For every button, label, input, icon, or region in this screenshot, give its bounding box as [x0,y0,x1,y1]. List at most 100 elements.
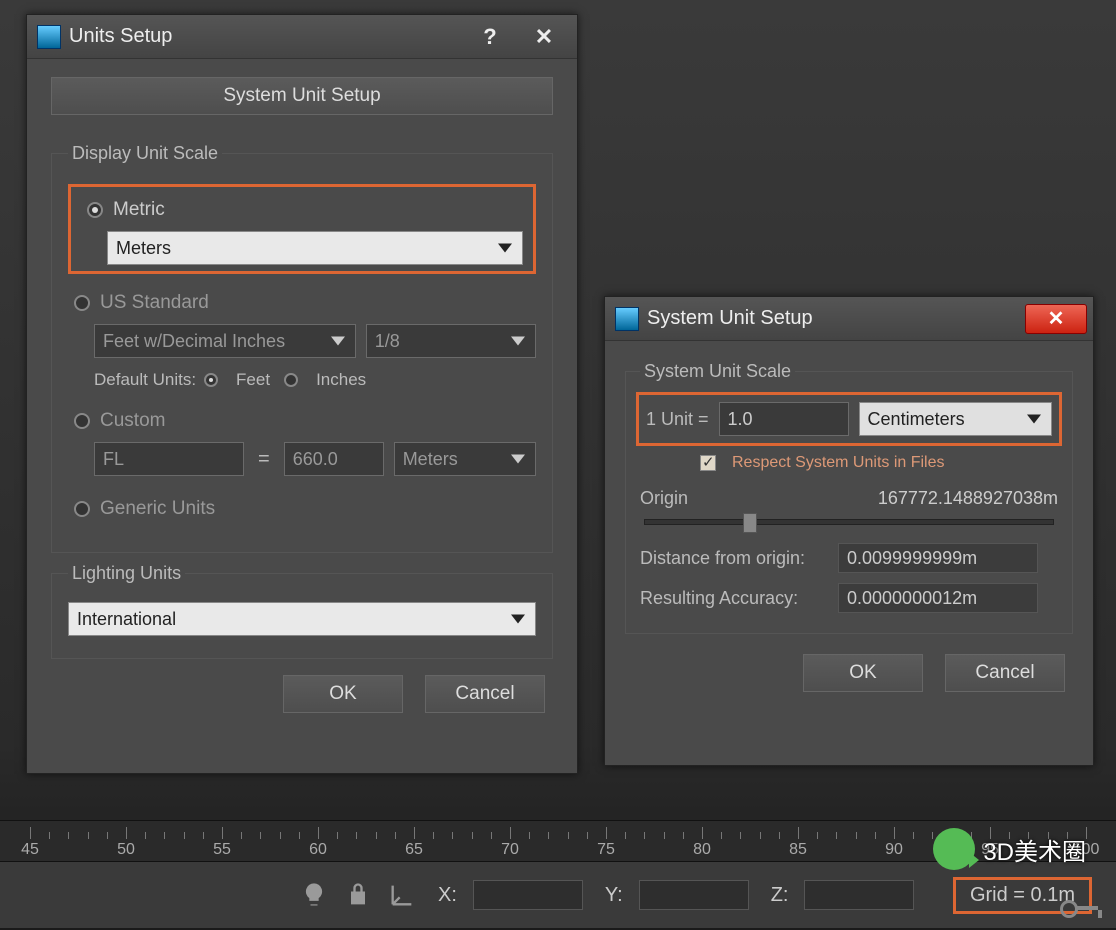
axis-icon[interactable] [388,881,416,909]
generic-radio-row[interactable]: Generic Units [74,498,536,520]
system-unit-scale-legend: System Unit Scale [640,361,795,382]
close-button[interactable]: ✕ [1025,304,1087,334]
ruler-number: 60 [309,841,327,859]
origin-value: 167772.1488927038m [878,488,1058,509]
custom-radio-row[interactable]: Custom [74,410,536,432]
x-input[interactable] [473,880,583,910]
us-label: US Standard [100,292,209,314]
distance-value: 0.0099999999m [847,548,977,569]
respect-units-label: Respect System Units in Files [732,454,945,472]
dialog-title: System Unit Setup [647,307,1025,330]
radio-icon[interactable] [74,413,90,429]
chevron-down-icon [511,455,525,464]
units-setup-dialog: Units Setup ? ✕ System Unit Setup Displa… [26,14,578,774]
custom-unit-select[interactable]: Meters [394,442,536,476]
ruler-number: 45 [21,841,39,859]
origin-slider[interactable] [644,519,1054,525]
generic-label: Generic Units [100,498,215,520]
system-unit-scale-group: System Unit Scale 1 Unit = 1.0 Centimete… [625,361,1073,634]
display-unit-scale-group: Display Unit Scale Metric Meters US Stan… [51,143,553,553]
ruler-number: 90 [885,841,903,859]
equals-sign: = [254,448,274,471]
chevron-down-icon [511,615,525,624]
custom-value-input[interactable]: 660.0 [284,442,384,476]
unit-row: 1 Unit = 1.0 Centimeters [640,396,1058,442]
metric-label: Metric [113,199,165,221]
unit-prefix-label: 1 Unit = [646,409,709,430]
system-titlebar[interactable]: System Unit Setup ✕ [605,297,1093,341]
accuracy-value: 0.0000000012m [847,588,977,609]
metric-select[interactable]: Meters [107,231,523,265]
cancel-button[interactable]: Cancel [945,654,1065,692]
status-bar: X: Y: Z: Grid = 0.1m [0,862,1116,928]
system-unit-setup-button[interactable]: System Unit Setup [51,77,553,115]
custom-code-input[interactable]: FL [94,442,244,476]
radio-icon[interactable] [87,202,103,218]
origin-label: Origin [640,488,688,509]
dialog-title: Units Setup [69,25,463,48]
display-unit-scale-legend: Display Unit Scale [68,143,222,164]
lighting-units-legend: Lighting Units [68,563,185,584]
ruler-number: 70 [501,841,519,859]
watermark: 3D美术圈 [933,828,1086,870]
unit-value-input[interactable]: 1.0 [719,402,849,436]
ruler-number: 50 [117,841,135,859]
unit-select[interactable]: Centimeters [859,402,1052,436]
key-icon[interactable] [1060,896,1104,922]
us-select[interactable]: Feet w/Decimal Inches [94,324,356,358]
default-units-label: Default Units: [94,370,196,390]
accuracy-readout: 0.0000000012m [838,583,1038,613]
app-icon [37,25,61,49]
app-icon [615,307,639,331]
distance-readout: 0.0099999999m [838,543,1038,573]
custom-label: Custom [100,410,165,432]
chevron-down-icon [1027,415,1041,424]
chevron-down-icon [331,337,345,346]
chevron-down-icon [498,244,512,253]
default-inches-label: Inches [316,370,366,390]
us-fraction-value: 1/8 [375,331,400,352]
unit-select-value: Centimeters [868,409,965,430]
wechat-icon [933,828,975,870]
custom-code-value: FL [103,449,124,470]
default-feet-label: Feet [236,370,270,390]
units-titlebar[interactable]: Units Setup ? ✕ [27,15,577,59]
lighting-select[interactable]: International [68,602,536,636]
checkbox-icon[interactable] [700,455,716,471]
ruler-number: 55 [213,841,231,859]
x-label: X: [438,884,457,907]
slider-thumb-icon[interactable] [743,513,757,533]
z-label: Z: [771,884,789,907]
lock-icon[interactable] [344,881,372,909]
ruler-number: 85 [789,841,807,859]
radio-icon[interactable] [74,295,90,311]
lighting-select-value: International [77,609,176,630]
watermark-text: 3D美术圈 [983,832,1086,867]
lighting-units-group: Lighting Units International [51,563,553,659]
ok-button[interactable]: OK [283,675,403,713]
z-input[interactable] [804,880,914,910]
cancel-button[interactable]: Cancel [425,675,545,713]
chevron-down-icon [511,337,525,346]
radio-icon[interactable] [284,373,298,387]
close-button[interactable]: ✕ [517,22,571,52]
us-fraction-select[interactable]: 1/8 [366,324,536,358]
ok-button[interactable]: OK [803,654,923,692]
us-select-value: Feet w/Decimal Inches [103,331,285,352]
custom-value: 660.0 [293,449,338,470]
lightbulb-icon[interactable] [300,881,328,909]
y-label: Y: [605,884,623,907]
help-button[interactable]: ? [463,22,517,52]
unit-value: 1.0 [728,409,753,430]
custom-unit-value: Meters [403,449,458,470]
ruler-number: 75 [597,841,615,859]
accuracy-label: Resulting Accuracy: [640,588,830,609]
us-radio-row[interactable]: US Standard [74,292,536,314]
ruler-number: 65 [405,841,423,859]
y-input[interactable] [639,880,749,910]
radio-icon[interactable] [204,373,218,387]
metric-select-value: Meters [116,238,171,259]
metric-radio-row[interactable]: Metric [87,199,523,221]
distance-label: Distance from origin: [640,548,830,569]
radio-icon[interactable] [74,501,90,517]
